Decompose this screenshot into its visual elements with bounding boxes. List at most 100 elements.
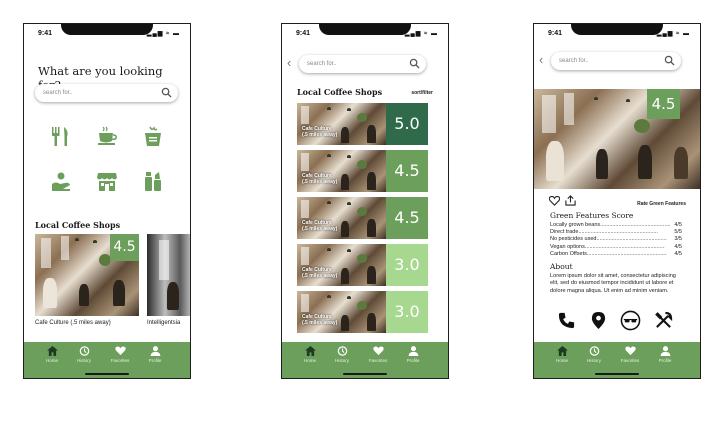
shop-card[interactable]: 4.5 Cafe Culture (.5 miles away) xyxy=(35,234,139,329)
shop-distance: (.5 miles away) xyxy=(302,226,338,232)
nav-label: Home xyxy=(45,358,58,363)
feature-row: Carbon Offsets..........................… xyxy=(550,251,682,258)
bottom-nav: Home History Favorites Profile xyxy=(24,342,190,378)
shop-label: Cafe Culture (.5 miles away) xyxy=(302,267,337,279)
share-icon[interactable] xyxy=(565,195,576,206)
cosmetics-icon[interactable] xyxy=(142,170,164,192)
history-icon xyxy=(337,346,347,356)
shop-detail-screen: 9:41 ▂▄▆ ≈ ▬ ‹ search for.. 4.5 Rate Gre… xyxy=(533,23,701,379)
nav-history[interactable]: History xyxy=(70,346,98,363)
shop-label: Cafe Culture (.5 miles away) xyxy=(302,126,337,138)
shop-row[interactable]: 4.5 Cafe Culture (.5 miles away) xyxy=(297,150,428,192)
location-pin-icon[interactable] xyxy=(590,311,607,330)
home-icon xyxy=(304,346,316,356)
back-chevron-icon[interactable]: ‹ xyxy=(539,52,543,67)
shop-name: Intelligentsia xyxy=(147,320,181,326)
feature-score: 3/5 xyxy=(674,236,682,243)
home-indicator xyxy=(595,373,639,375)
rating-badge: 3.0 xyxy=(386,291,428,333)
nav-history[interactable]: History xyxy=(328,346,356,363)
feature-row: No pesticides used......................… xyxy=(550,236,682,243)
search-icon[interactable] xyxy=(161,87,172,98)
feature-label: No pesticides used xyxy=(550,236,597,243)
search-input[interactable]: search for.. xyxy=(551,52,681,70)
rating-badge: 5.0 xyxy=(386,103,428,145)
status-time: 9:41 xyxy=(548,30,563,37)
nav-label: Favorites xyxy=(620,358,640,363)
rating-badge: 4.5 xyxy=(386,150,428,192)
feature-label: Direct trade xyxy=(550,229,579,236)
heart-outline-icon[interactable] xyxy=(549,196,560,206)
shop-name: Cafe Culture (.5 miles away) xyxy=(35,320,111,326)
shop-distance: (.5 miles away) xyxy=(302,132,338,138)
feature-label: Carbon Offsets xyxy=(550,250,587,257)
shop-distance: (.5 miles away) xyxy=(302,320,338,326)
feature-score: 4/5 xyxy=(674,222,682,228)
feature-row: Locally grown beans.....................… xyxy=(550,222,682,229)
about-title: About xyxy=(550,262,573,271)
status-time: 9:41 xyxy=(296,30,311,37)
nav-favorites[interactable]: Favorites xyxy=(364,346,392,363)
glasses-icon[interactable] xyxy=(620,310,641,331)
shop-distance: (.5 miles away) xyxy=(302,179,338,185)
feature-score: 5/5 xyxy=(674,229,682,236)
heart-icon xyxy=(114,346,126,356)
nav-history[interactable]: History xyxy=(580,346,608,363)
search-icon[interactable] xyxy=(409,58,420,69)
profile-icon xyxy=(408,346,418,356)
nav-favorites[interactable]: Favorites xyxy=(106,346,134,363)
feature-dots: ........................................… xyxy=(578,229,658,236)
shop-row[interactable]: 3.0 Cafe Culture (.5 miles away) xyxy=(297,291,428,333)
shop-row[interactable]: 4.5 Cafe Culture (.5 miles away) xyxy=(297,197,428,239)
search-input[interactable]: search for.. xyxy=(299,55,426,73)
shop-photo xyxy=(297,244,386,286)
coffee-icon[interactable] xyxy=(96,125,118,147)
feature-dots: ........................................… xyxy=(586,250,667,257)
grocery-icon[interactable] xyxy=(142,125,164,147)
home-indicator xyxy=(343,373,387,375)
phone-icon[interactable] xyxy=(557,311,576,330)
nav-home[interactable]: Home xyxy=(38,346,66,363)
nav-profile[interactable]: Profile xyxy=(399,346,427,363)
shop-card[interactable]: Intelligentsia xyxy=(147,234,190,329)
donation-icon[interactable] xyxy=(50,170,72,192)
bottom-nav: Home History Favorites Profile xyxy=(282,342,448,378)
home-screen: 9:41 ▂▄▆ ≈ ▬ What are you looking for? s… xyxy=(23,23,191,379)
rate-green-features-button[interactable]: Rate Green Features xyxy=(637,201,686,207)
nav-label: History xyxy=(586,358,601,363)
restaurant-icon[interactable] xyxy=(50,125,72,147)
shop-row[interactable]: 5.0 Cafe Culture (.5 miles away) xyxy=(297,103,428,145)
nav-profile[interactable]: Profile xyxy=(141,346,169,363)
shop-label: Cafe Culture (.5 miles away) xyxy=(302,314,337,326)
nav-favorites[interactable]: Favorites xyxy=(616,346,644,363)
profile-icon xyxy=(150,346,160,356)
feature-score: 4/5 xyxy=(674,243,682,250)
feature-dots: ........................................… xyxy=(600,222,671,228)
search-icon[interactable] xyxy=(664,55,675,66)
status-icons: ▂▄▆ ≈ ▬ xyxy=(656,31,690,37)
shop-label: Cafe Culture (.5 miles away) xyxy=(302,173,337,185)
nav-label: Favorites xyxy=(110,358,130,363)
store-icon[interactable] xyxy=(96,170,118,192)
sort-filter-button[interactable]: sort/filter xyxy=(411,90,433,96)
search-input[interactable]: search for.. xyxy=(35,84,178,102)
home-indicator xyxy=(85,373,129,375)
feature-label: Vegan options xyxy=(550,243,585,250)
nav-label: Profile xyxy=(658,358,672,363)
profile-icon xyxy=(660,346,670,356)
nav-label: Favorites xyxy=(368,358,388,363)
heart-icon xyxy=(624,346,636,356)
back-chevron-icon[interactable]: ‹ xyxy=(287,55,291,70)
features-title: Green Features Score xyxy=(550,211,634,220)
home-icon xyxy=(46,346,58,356)
shop-row[interactable]: 3.0 Cafe Culture (.5 miles away) xyxy=(297,244,428,286)
nav-home[interactable]: Home xyxy=(548,346,576,363)
status-bar: 9:41 ▂▄▆ ≈ ▬ xyxy=(534,24,700,42)
utensils-icon[interactable] xyxy=(654,311,673,330)
nav-home[interactable]: Home xyxy=(296,346,324,363)
status-bar: 9:41 ▂▄▆ ≈ ▬ xyxy=(282,24,448,42)
shop-photo xyxy=(147,234,190,316)
status-icons: ▂▄▆ ≈ ▬ xyxy=(404,31,438,37)
nav-profile[interactable]: Profile xyxy=(651,346,679,363)
feature-row: Direct trade............................… xyxy=(550,229,682,236)
